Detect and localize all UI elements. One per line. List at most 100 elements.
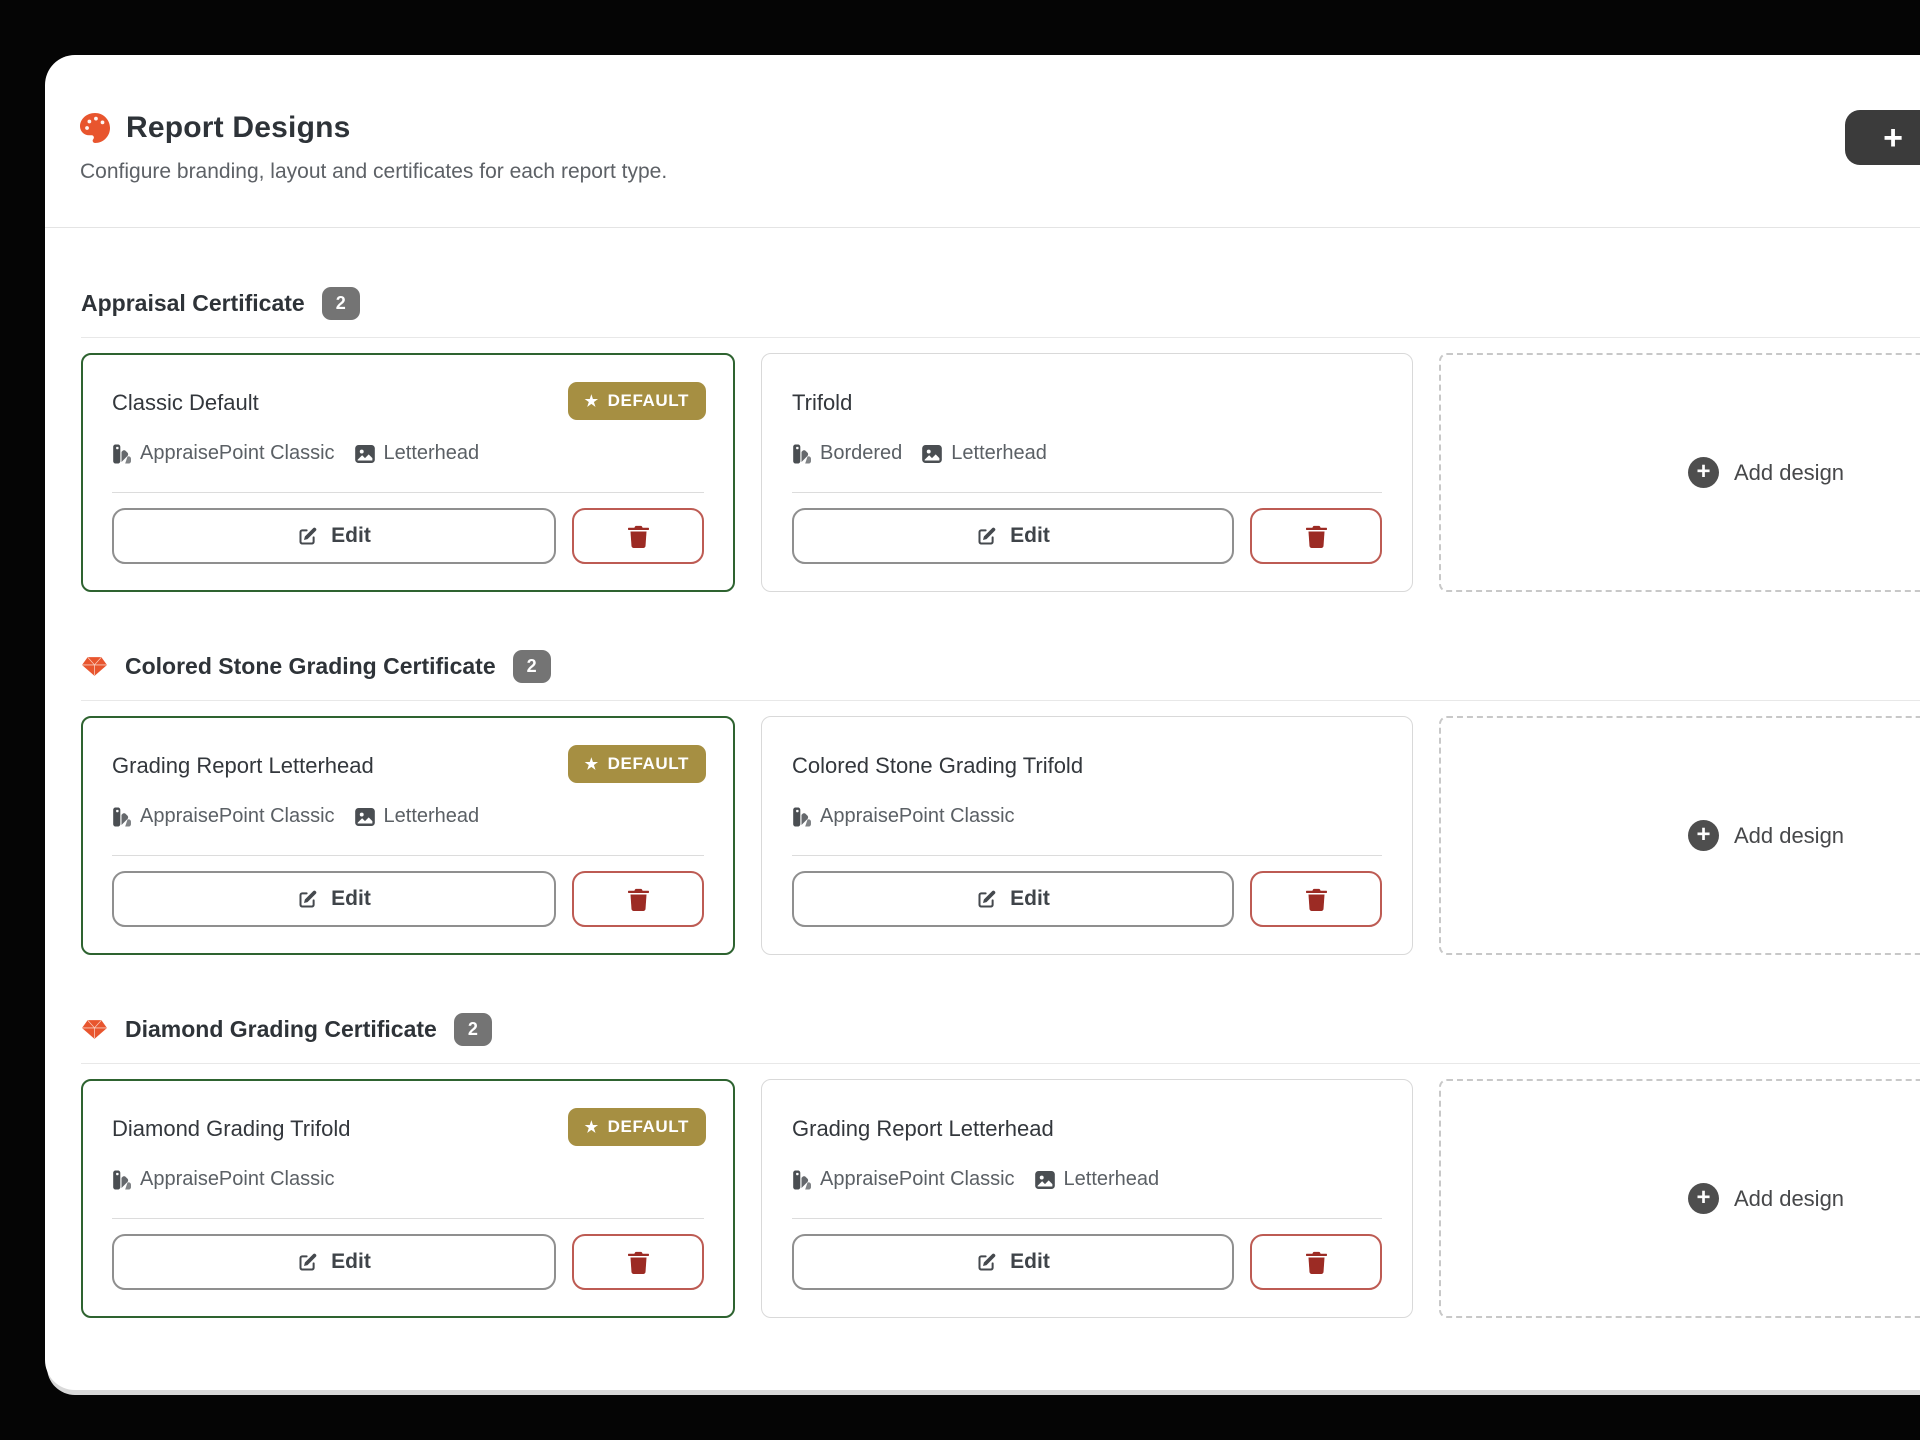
card-divider xyxy=(792,492,1382,493)
meta-label: AppraisePoint Classic xyxy=(820,1168,1015,1191)
gem-icon xyxy=(81,654,108,679)
card-meta: Bordered Letterhead xyxy=(792,442,1382,465)
section-divider xyxy=(81,700,1920,701)
card-divider xyxy=(792,1218,1382,1219)
edit-button-label: Edit xyxy=(331,524,371,548)
edit-icon xyxy=(297,526,318,547)
trash-icon xyxy=(628,524,649,548)
page-subtitle: Configure branding, layout and certifica… xyxy=(80,160,1920,184)
card-meta: AppraisePoint Classic xyxy=(112,1168,704,1191)
edit-button[interactable]: Edit xyxy=(792,871,1234,927)
add-design-label: Add design xyxy=(1734,1186,1844,1212)
edit-icon xyxy=(976,526,997,547)
design-card: Trifold Bordered Letterhead xyxy=(761,353,1413,592)
swatchbook-icon xyxy=(112,444,131,464)
add-design-button[interactable]: + Add design xyxy=(1439,1079,1920,1318)
section-title: Appraisal Certificate xyxy=(81,290,305,317)
edit-button-label: Edit xyxy=(1010,524,1050,548)
card-meta: AppraisePoint Classic Letterhead xyxy=(792,1168,1382,1191)
add-design-button[interactable]: + Add design xyxy=(1439,716,1920,955)
swatchbook-icon xyxy=(792,1170,811,1190)
card-divider xyxy=(792,855,1382,856)
cards-grid: Classic Default ★ DEFAULT AppraisePoint … xyxy=(81,353,1920,592)
edit-icon xyxy=(297,889,318,910)
delete-button[interactable] xyxy=(572,1234,704,1290)
card-title: Grading Report Letterhead xyxy=(792,1116,1382,1142)
card-meta-item: AppraisePoint Classic xyxy=(792,1168,1015,1191)
trash-icon xyxy=(1306,887,1327,911)
card-meta-item: AppraisePoint Classic xyxy=(112,1168,335,1191)
delete-button[interactable] xyxy=(1250,508,1382,564)
image-icon xyxy=(355,445,375,463)
edit-icon xyxy=(297,1252,318,1273)
design-card: Diamond Grading Trifold ★ DEFAULT Apprai… xyxy=(81,1079,735,1318)
report-type-section: Colored Stone Grading Certificate 2 Grad… xyxy=(81,648,1920,955)
default-badge: ★ DEFAULT xyxy=(568,382,706,420)
edit-button-label: Edit xyxy=(1010,887,1050,911)
panel-header: Report Designs Configure branding, layou… xyxy=(45,55,1920,228)
trash-icon xyxy=(628,887,649,911)
cards-grid: Diamond Grading Trifold ★ DEFAULT Apprai… xyxy=(81,1079,1920,1318)
card-meta-item: Letterhead xyxy=(355,805,480,828)
add-design-label: Add design xyxy=(1734,460,1844,486)
swatchbook-icon xyxy=(112,807,131,827)
delete-button[interactable] xyxy=(572,508,704,564)
report-type-section: Diamond Grading Certificate 2 Diamond Gr… xyxy=(81,1011,1920,1318)
edit-button[interactable]: Edit xyxy=(792,1234,1234,1290)
card-divider xyxy=(112,855,704,856)
delete-button[interactable] xyxy=(1250,1234,1382,1290)
design-card: Grading Report Letterhead ★ DEFAULT Appr… xyxy=(81,716,735,955)
sections: Appraisal Certificate 2 Classic Default … xyxy=(45,285,1920,1318)
design-card: Grading Report Letterhead AppraisePoint … xyxy=(761,1079,1413,1318)
plus-circle-icon: + xyxy=(1688,457,1719,488)
card-meta-item: Letterhead xyxy=(1035,1168,1160,1191)
palette-icon xyxy=(80,113,110,143)
add-design-button[interactable]: + Add design xyxy=(1439,353,1920,592)
add-design-label: Add design xyxy=(1734,823,1844,849)
edit-button[interactable]: Edit xyxy=(792,508,1234,564)
edit-button[interactable]: Edit xyxy=(112,871,556,927)
default-badge-label: DEFAULT xyxy=(608,754,689,774)
star-icon: ★ xyxy=(585,394,599,409)
edit-button-label: Edit xyxy=(1010,1250,1050,1274)
trash-icon xyxy=(628,1250,649,1274)
delete-button[interactable] xyxy=(1250,871,1382,927)
section-title: Diamond Grading Certificate xyxy=(125,1016,437,1043)
edit-button-label: Edit xyxy=(331,1250,371,1274)
meta-label: AppraisePoint Classic xyxy=(140,442,335,465)
edit-button[interactable]: Edit xyxy=(112,1234,556,1290)
card-title: Colored Stone Grading Trifold xyxy=(792,753,1382,779)
card-meta-item: AppraisePoint Classic xyxy=(112,442,335,465)
edit-icon xyxy=(976,889,997,910)
report-designs-panel: Report Designs Configure branding, layou… xyxy=(45,55,1920,1390)
meta-label: Bordered xyxy=(820,442,902,465)
add-report-design-button[interactable]: + xyxy=(1845,110,1920,165)
image-icon xyxy=(922,445,942,463)
meta-label: Letterhead xyxy=(951,442,1047,465)
card-meta-item: Letterhead xyxy=(922,442,1047,465)
report-type-section: Appraisal Certificate 2 Classic Default … xyxy=(81,285,1920,592)
default-badge: ★ DEFAULT xyxy=(568,1108,706,1146)
image-icon xyxy=(1035,1171,1055,1189)
section-title: Colored Stone Grading Certificate xyxy=(125,653,496,680)
gem-icon xyxy=(81,1017,108,1042)
card-meta: AppraisePoint Classic Letterhead xyxy=(112,805,704,828)
edit-button-label: Edit xyxy=(331,887,371,911)
meta-label: Letterhead xyxy=(384,805,480,828)
meta-label: AppraisePoint Classic xyxy=(820,805,1015,828)
card-meta-item: AppraisePoint Classic xyxy=(112,805,335,828)
section-count-badge: 2 xyxy=(454,1013,492,1046)
card-meta-item: AppraisePoint Classic xyxy=(792,805,1015,828)
card-meta-item: Bordered xyxy=(792,442,902,465)
card-meta-item: Letterhead xyxy=(355,442,480,465)
default-badge: ★ DEFAULT xyxy=(568,745,706,783)
section-count-badge: 2 xyxy=(513,650,551,683)
card-divider xyxy=(112,1218,704,1219)
delete-button[interactable] xyxy=(572,871,704,927)
page-title: Report Designs xyxy=(126,111,351,145)
design-card: Classic Default ★ DEFAULT AppraisePoint … xyxy=(81,353,735,592)
section-divider xyxy=(81,337,1920,338)
section-count-badge: 2 xyxy=(322,287,360,320)
edit-button[interactable]: Edit xyxy=(112,508,556,564)
default-badge-label: DEFAULT xyxy=(608,391,689,411)
